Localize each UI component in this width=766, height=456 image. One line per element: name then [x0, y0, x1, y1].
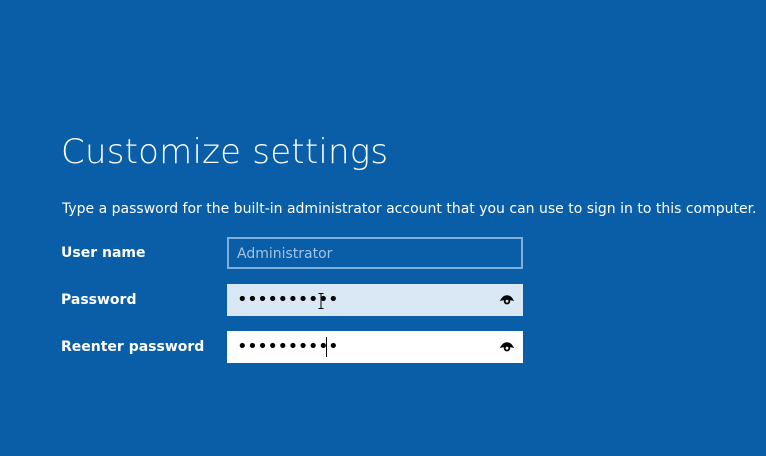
reenter-password-row: Reenter password •••••••••• [61, 331, 523, 363]
reenter-password-field[interactable]: •••••••••• [227, 331, 523, 363]
page-description: Type a password for the built-in adminis… [62, 201, 757, 217]
username-row: User name Administrator [61, 237, 523, 269]
username-label: User name [61, 245, 146, 261]
reenter-password-label: Reenter password [61, 339, 205, 355]
password-label: Password [61, 292, 137, 308]
username-value: Administrator [237, 246, 333, 262]
text-caret [326, 337, 327, 357]
reveal-reenter-password-eye-icon[interactable] [499, 340, 515, 354]
password-row: Password •••••••••• [61, 284, 523, 316]
reveal-password-eye-icon[interactable] [499, 293, 515, 307]
ibeam-cursor-icon [318, 293, 324, 309]
password-field[interactable]: •••••••••• [227, 284, 523, 316]
reenter-password-masked-value: •••••••••• [237, 336, 339, 357]
username-field: Administrator [227, 237, 523, 269]
page-title: Customize settings [61, 132, 389, 172]
customize-settings-screen: Customize settings Type a password for t… [0, 0, 766, 456]
